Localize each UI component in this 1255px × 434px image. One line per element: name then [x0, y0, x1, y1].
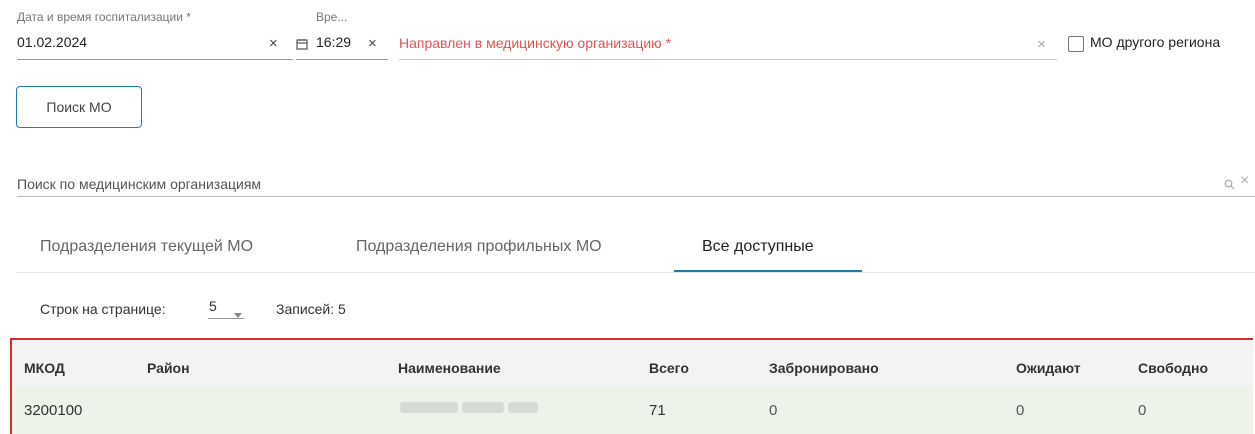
col-total[interactable]: Всего — [649, 360, 689, 376]
referral-clear-icon[interactable]: × — [1037, 36, 1046, 53]
rows-per-page-label: Строк на странице: — [40, 301, 166, 317]
referral-org-label: Направлен в медицинскую организацию * — [399, 35, 672, 51]
cell-free: 0 — [1138, 402, 1147, 419]
col-booked[interactable]: Забронировано — [769, 360, 879, 376]
org-search-placeholder: Поиск по медицинским организациям — [17, 176, 262, 192]
col-mkod[interactable]: МКОД — [24, 360, 65, 376]
org-search-clear-icon[interactable]: × — [1240, 172, 1249, 190]
col-free[interactable]: Свободно — [1138, 360, 1208, 376]
org-search-field[interactable]: Поиск по медицинским организациям × — [17, 168, 1255, 197]
referral-org-field[interactable]: Направлен в медицинскую организацию * × — [399, 28, 1057, 60]
tab-all-available[interactable]: Все доступные — [702, 238, 814, 256]
search-icon[interactable] — [1224, 177, 1235, 195]
calendar-icon[interactable] — [296, 37, 308, 55]
rows-per-page-select[interactable]: 5 — [208, 296, 244, 319]
table-header: МКОД Район Наименование Всего Заброниров… — [12, 340, 1253, 386]
table-row[interactable]: 3200100 71 0 0 0 — [12, 386, 1253, 434]
hospitalization-date-label: Дата и время госпитализации * — [17, 10, 191, 24]
tab-current-mo[interactable]: Подразделения текущей МО — [40, 238, 253, 256]
col-district[interactable]: Район — [147, 360, 190, 376]
other-region-label: МО другого региона — [1090, 34, 1221, 50]
cell-booked: 0 — [769, 402, 778, 419]
caret-down-icon[interactable] — [234, 305, 242, 323]
tabs-divider — [17, 272, 1255, 273]
hospitalization-time-value[interactable]: 16:29 — [316, 34, 351, 50]
cell-waiting: 0 — [1016, 402, 1025, 419]
col-name[interactable]: Наименование — [398, 360, 501, 376]
hospitalization-time-field[interactable]: 16:29 × — [296, 28, 388, 60]
col-waiting[interactable]: Ожидают — [1016, 360, 1081, 376]
other-region-checkbox[interactable] — [1068, 36, 1084, 52]
hospitalization-date-field[interactable]: 01.02.2024 × — [17, 28, 293, 60]
date-clear-icon[interactable]: × — [269, 35, 278, 52]
cell-mkod: 3200100 — [24, 402, 83, 419]
time-clear-icon[interactable]: × — [368, 35, 377, 52]
rows-per-page-value[interactable]: 5 — [209, 298, 217, 314]
tab-profile-mo[interactable]: Подразделения профильных МО — [356, 238, 602, 256]
cell-total: 71 — [649, 402, 666, 419]
hospitalization-time-label: Вре... — [316, 10, 348, 24]
records-count: Записей: 5 — [276, 301, 346, 317]
hospitalization-date-value[interactable]: 01.02.2024 — [17, 34, 87, 50]
active-tab-indicator — [674, 270, 862, 272]
cell-name-redacted — [400, 402, 538, 413]
search-mo-button[interactable]: Поиск МО — [16, 86, 142, 128]
